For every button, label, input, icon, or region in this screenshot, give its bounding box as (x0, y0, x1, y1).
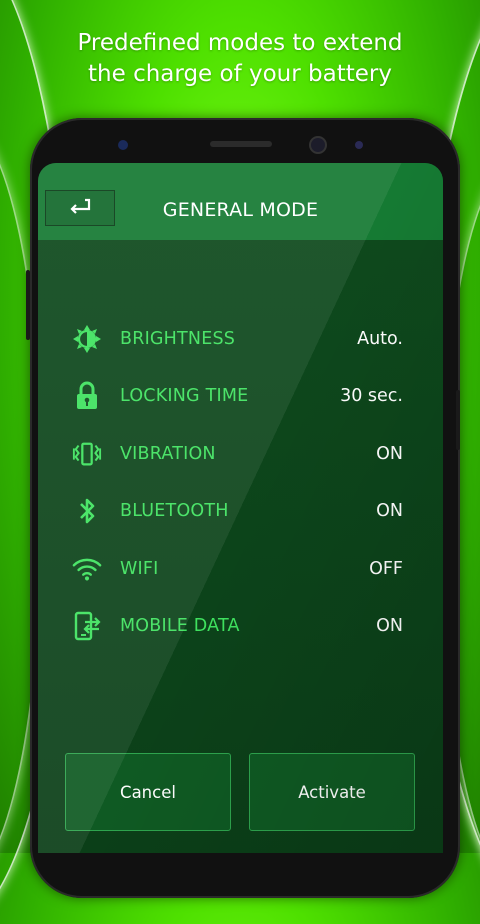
setting-label: LOCKING TIME (120, 386, 249, 406)
earpiece-speaker (210, 141, 272, 147)
promo-headline: Predefined modes to extend the charge of… (0, 28, 480, 90)
app-screen: GENERAL MODE BRIGHTNESS Auto. LOCKING TI… (38, 163, 443, 853)
setting-value: 30 sec. (340, 386, 403, 406)
setting-row-bluetooth[interactable]: BLUETOOTH ON (38, 491, 443, 531)
setting-label: BRIGHTNESS (120, 329, 236, 349)
setting-row-vibration[interactable]: VIBRATION ON (38, 434, 443, 474)
app-header: GENERAL MODE (38, 163, 443, 240)
bluetooth-icon (72, 496, 102, 526)
setting-value: Auto. (357, 329, 403, 349)
front-camera (311, 138, 325, 152)
setting-label: WIFI (120, 559, 159, 579)
brightness-icon (72, 324, 102, 354)
setting-row-brightness[interactable]: BRIGHTNESS Auto. (38, 319, 443, 359)
setting-label: VIBRATION (120, 444, 216, 464)
lock-icon (72, 381, 102, 411)
phone-side-button-left (26, 270, 30, 340)
setting-value: ON (376, 616, 403, 636)
setting-value: OFF (369, 559, 403, 579)
vibration-icon (72, 439, 102, 469)
page-title: GENERAL MODE (162, 199, 319, 221)
mobile-data-icon (72, 611, 102, 641)
setting-label: MOBILE DATA (120, 616, 240, 636)
promo-line-2: the charge of your battery (88, 61, 392, 87)
wifi-icon (72, 554, 102, 584)
phone-side-button-right (456, 390, 460, 450)
promo-line-1: Predefined modes to extend (77, 30, 403, 56)
setting-row-locking-time[interactable]: LOCKING TIME 30 sec. (38, 376, 443, 416)
setting-value: ON (376, 501, 403, 521)
setting-row-wifi[interactable]: WIFI OFF (38, 549, 443, 589)
setting-row-mobile-data[interactable]: MOBILE DATA ON (38, 606, 443, 646)
activate-button[interactable]: Activate (249, 753, 415, 831)
front-sensor (118, 140, 128, 150)
setting-value: ON (376, 444, 403, 464)
cancel-button[interactable]: Cancel (65, 753, 231, 831)
setting-label: BLUETOOTH (120, 501, 229, 521)
proximity-sensor (355, 141, 363, 149)
